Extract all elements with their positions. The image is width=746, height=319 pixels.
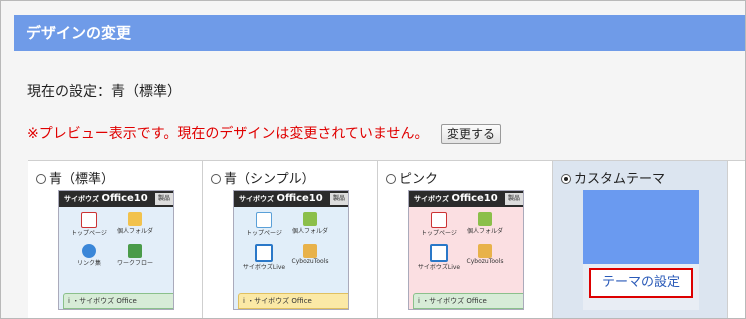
home-icon: トップページ (67, 211, 111, 241)
design-change-panel: デザインの変更 現在の設定：青（標準） ※プレビュー表示です。現在のデザインは変… (0, 0, 746, 319)
tools-icon: CybozuTools (463, 243, 507, 273)
info-icon: i (418, 297, 420, 305)
theme-label: カスタムテーマ (574, 172, 666, 187)
theme-radio-blue-standard[interactable] (36, 174, 46, 184)
theme-grid: 青（標準） サイボウズ Office10 製品 トップページ 個人フォルダ リンク… (28, 160, 745, 318)
theme-label: 青（シンプル） (224, 172, 315, 187)
workflow-icon: ワークフロー (113, 243, 157, 273)
live-icon: サイボウズLive (242, 243, 286, 273)
change-button[interactable]: 変更する (440, 124, 501, 144)
page-title: デザインの変更 (14, 15, 745, 51)
tools-icon: CybozuTools (288, 243, 332, 273)
current-setting-text: 現在の設定：青（標準） (27, 84, 181, 100)
live-icon: サイボウズLive (417, 243, 461, 273)
theme-preview-thumbnail[interactable]: サイボウズ Office10 製品 トップページ 個人フォルダ リンク集 ワークフ… (58, 190, 174, 310)
theme-preview-thumbnail[interactable]: サイボウズ Office10 製品 トップページ 個人フォルダ サイボウズLive… (233, 190, 349, 310)
theme-option-pink[interactable]: ピンク サイボウズ Office10 製品 トップページ 個人フォルダ サイボウズ… (378, 161, 553, 318)
info-icon: i (68, 297, 70, 305)
home-icon: トップページ (242, 211, 286, 241)
theme-label: ピンク (399, 172, 439, 187)
globe-icon: リンク集 (67, 243, 111, 273)
folder-icon: 個人フォルダ (113, 211, 157, 241)
preview-notice-text: ※プレビュー表示です。現在のデザインは変更されていません。 (27, 126, 429, 142)
theme-option-custom[interactable]: カスタムテーマ テーマの設定 (553, 161, 728, 318)
theme-settings-button[interactable]: テーマの設定 (589, 268, 693, 298)
custom-theme-swatch (583, 190, 699, 264)
folder-icon: 個人フォルダ (288, 211, 332, 241)
home-icon: トップページ (417, 211, 461, 241)
theme-radio-pink[interactable] (386, 174, 396, 184)
folder-icon: 個人フォルダ (463, 211, 507, 241)
info-icon: i (243, 297, 245, 305)
preview-notice: ※プレビュー表示です。現在のデザインは変更されていません。 変更する (27, 123, 501, 144)
theme-radio-blue-simple[interactable] (211, 174, 221, 184)
theme-label: 青（標準） (49, 172, 115, 187)
theme-preview-thumbnail[interactable]: サイボウズ Office10 製品 トップページ 個人フォルダ サイボウズLive… (408, 190, 524, 310)
theme-option-blue-standard[interactable]: 青（標準） サイボウズ Office10 製品 トップページ 個人フォルダ リンク… (28, 161, 203, 318)
theme-option-blue-simple[interactable]: 青（シンプル） サイボウズ Office10 製品 トップページ 個人フォルダ サ… (203, 161, 378, 318)
theme-radio-custom[interactable] (561, 174, 571, 184)
